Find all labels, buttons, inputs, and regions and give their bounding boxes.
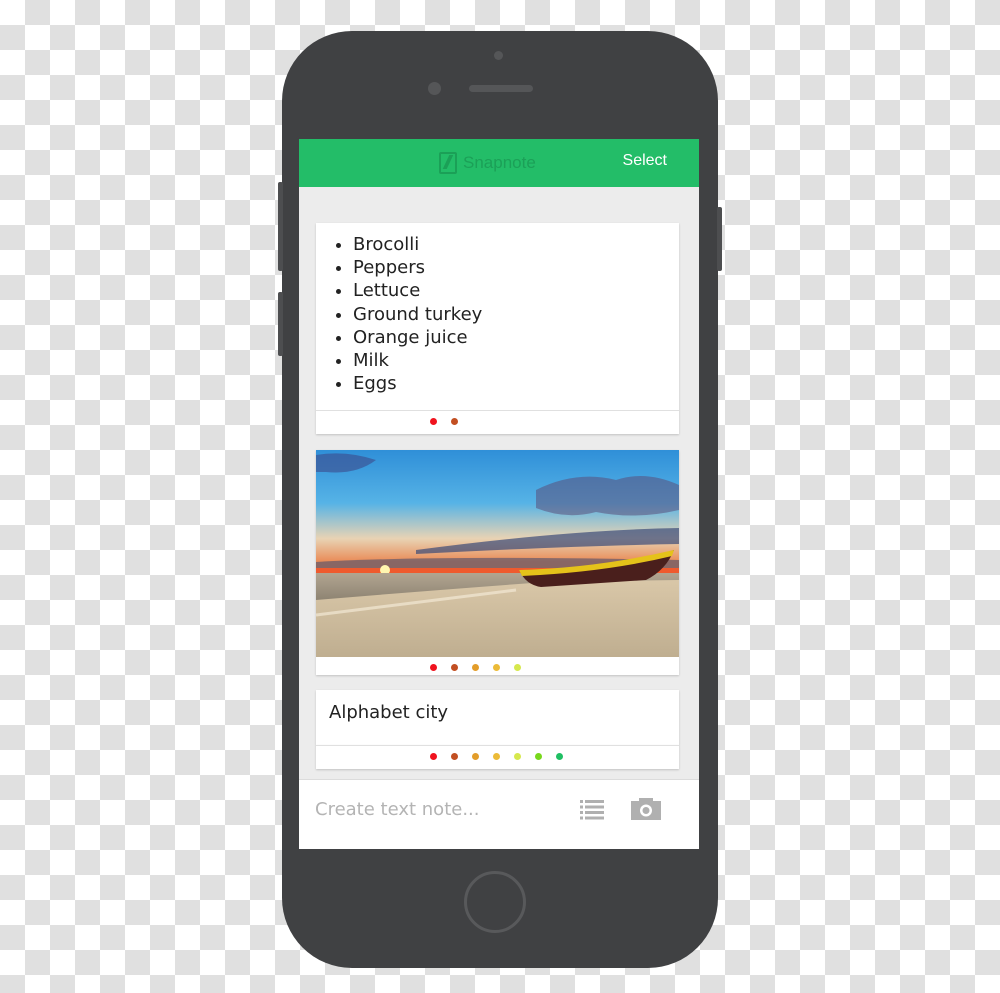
color-tag-dot[interactable] xyxy=(535,753,542,760)
brand-name: Snapnote xyxy=(463,153,536,172)
color-tag-dot[interactable] xyxy=(451,664,458,671)
list-item: Eggs xyxy=(353,372,679,395)
volume-down-button xyxy=(278,292,283,356)
note-footer xyxy=(316,410,679,434)
brand-logo: Snapnote xyxy=(439,149,536,177)
color-dots xyxy=(430,664,521,671)
app-screen: Snapnote Select Brocolli Peppers Lettuce… xyxy=(299,139,699,849)
note-title: Alphabet city xyxy=(329,702,449,723)
checklist: Brocolli Peppers Lettuce Ground turkey O… xyxy=(316,223,679,395)
camera-icon[interactable] xyxy=(631,798,661,820)
note-footer xyxy=(316,745,679,769)
color-tag-dot[interactable] xyxy=(493,753,500,760)
color-tag-dot[interactable] xyxy=(430,664,437,671)
home-button[interactable] xyxy=(464,871,526,933)
note-card-text[interactable]: Alphabet city xyxy=(316,690,679,769)
color-dots xyxy=(430,418,458,425)
color-tag-dot[interactable] xyxy=(451,753,458,760)
power-button xyxy=(717,207,722,271)
color-tag-dot[interactable] xyxy=(514,664,521,671)
app-header: Snapnote Select xyxy=(299,139,699,187)
color-tag-dot[interactable] xyxy=(472,664,479,671)
front-camera xyxy=(428,82,441,95)
list-item: Orange juice xyxy=(353,326,679,349)
note-photo xyxy=(316,450,679,657)
color-tag-dot[interactable] xyxy=(451,418,458,425)
color-tag-dot[interactable] xyxy=(472,753,479,760)
color-dots xyxy=(430,753,563,760)
list-item: Ground turkey xyxy=(353,303,679,326)
list-item: Milk xyxy=(353,349,679,372)
list-item: Peppers xyxy=(353,256,679,279)
front-sensor xyxy=(494,51,503,60)
note-card-image[interactable] xyxy=(316,450,679,675)
snapnote-logo-icon xyxy=(439,152,457,174)
create-note-input[interactable] xyxy=(313,794,567,824)
checklist-icon[interactable] xyxy=(580,799,604,820)
list-item: Brocolli xyxy=(353,233,679,256)
color-tag-dot[interactable] xyxy=(430,418,437,425)
select-button[interactable]: Select xyxy=(623,152,667,170)
color-tag-dot[interactable] xyxy=(430,753,437,760)
earpiece-speaker xyxy=(469,85,533,92)
color-tag-dot[interactable] xyxy=(493,664,500,671)
color-tag-dot[interactable] xyxy=(556,753,563,760)
note-card-list[interactable]: Brocolli Peppers Lettuce Ground turkey O… xyxy=(316,223,679,434)
list-item: Lettuce xyxy=(353,279,679,302)
color-tag-dot[interactable] xyxy=(514,753,521,760)
volume-up-button xyxy=(278,207,283,271)
composer-bar xyxy=(299,779,699,849)
